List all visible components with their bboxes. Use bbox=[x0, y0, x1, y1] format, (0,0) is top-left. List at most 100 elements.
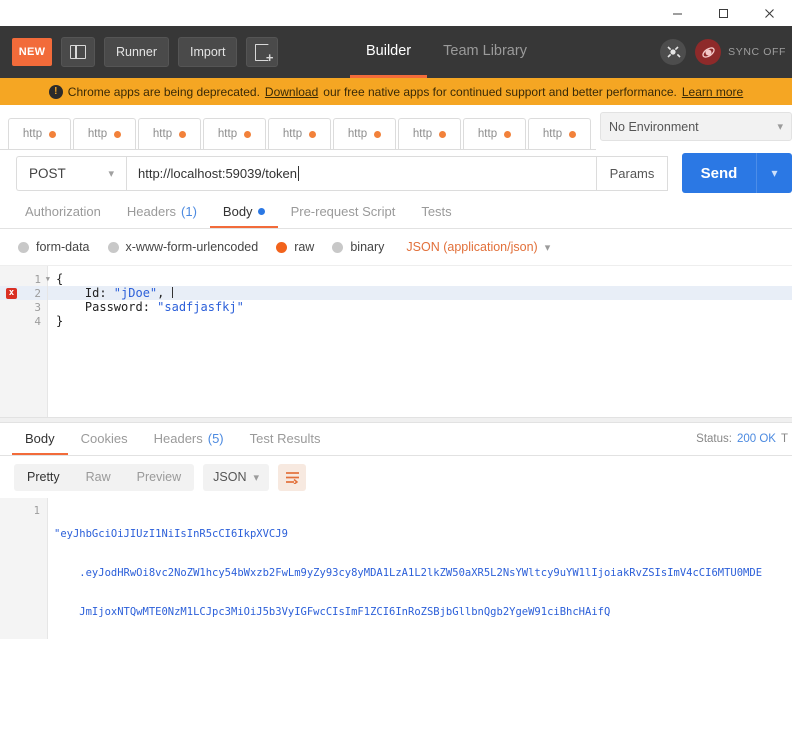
unsaved-dot-icon bbox=[569, 130, 577, 138]
chevron-down-icon: ▾ bbox=[108, 167, 114, 180]
unsaved-dot-icon bbox=[439, 130, 447, 138]
request-tabstrip: http http http http http http http http … bbox=[0, 105, 596, 150]
code-line: { bbox=[56, 272, 64, 286]
error-marker-icon[interactable]: x bbox=[6, 287, 17, 299]
request-tab[interactable]: http bbox=[138, 118, 201, 149]
request-tab[interactable]: http bbox=[463, 118, 526, 149]
view-mode-preview[interactable]: Preview bbox=[124, 464, 194, 491]
response-tab-cookies-label: Cookies bbox=[80, 430, 128, 446]
view-mode-pretty[interactable]: Pretty bbox=[14, 464, 73, 491]
satellite-icon[interactable] bbox=[660, 39, 687, 65]
tab-tests[interactable]: Tests bbox=[408, 196, 464, 228]
request-tab-label: http bbox=[87, 128, 108, 140]
unsaved-dot-icon bbox=[504, 130, 512, 138]
send-button-group: Send ▾ bbox=[682, 153, 792, 193]
response-tab-headers[interactable]: Headers (5) bbox=[141, 423, 237, 455]
radio-form-data-label: form-data bbox=[36, 240, 90, 254]
tab-authorization-label: Authorization bbox=[25, 203, 101, 219]
tab-builder[interactable]: Builder bbox=[350, 26, 428, 78]
code-line-active: Id: "jDoe", bbox=[48, 286, 792, 300]
chevron-down-icon: ▾ bbox=[771, 166, 778, 180]
status-badge: 200 OK bbox=[736, 433, 776, 445]
request-tab[interactable]: http bbox=[73, 118, 136, 149]
gutter-line: 4 bbox=[0, 314, 47, 328]
http-method-select[interactable]: POST ▾ bbox=[16, 155, 126, 191]
radio-form-data[interactable]: form-data bbox=[18, 240, 90, 254]
sync-status-label: SYNC OFF bbox=[728, 46, 786, 58]
tab-body-label: Body bbox=[222, 203, 253, 219]
gutter-line-number: 3 bbox=[34, 300, 41, 314]
editor-code-area[interactable]: { Id: "jDoe", Password: "sadfjasfkj" } bbox=[48, 266, 792, 417]
new-tab-button[interactable] bbox=[246, 37, 279, 67]
window-titlebar bbox=[0, 0, 792, 26]
import-button[interactable]: Import bbox=[178, 37, 238, 67]
tab-pre-request-script[interactable]: Pre-request Script bbox=[278, 196, 409, 228]
wrap-lines-button[interactable] bbox=[278, 463, 307, 491]
response-tab-headers-label: Headers bbox=[153, 430, 203, 446]
radio-icon bbox=[18, 241, 29, 253]
request-tab[interactable]: http bbox=[333, 118, 396, 149]
window-minimize-button[interactable] bbox=[654, 0, 700, 26]
content-type-label: JSON (application/json) bbox=[406, 240, 538, 254]
banner-download-link[interactable]: Download bbox=[265, 85, 318, 99]
banner-text-middle: our free native apps for continued suppo… bbox=[323, 84, 677, 99]
view-mode-raw[interactable]: Raw bbox=[73, 464, 124, 491]
text-caret bbox=[298, 165, 300, 181]
response-body-viewer[interactable]: 1 "eyJhbGciOiJIUzI1NiIsInR5cCI6IkpXVCJ9 … bbox=[0, 498, 792, 639]
banner-text-before: Chrome apps are being deprecated. bbox=[67, 84, 260, 99]
url-input[interactable]: http://localhost:59039/token bbox=[126, 155, 596, 191]
main-tab-group: Builder Team Library bbox=[350, 26, 543, 78]
response-tab-body[interactable]: Body bbox=[12, 423, 68, 455]
tab-authorization[interactable]: Authorization bbox=[12, 196, 114, 228]
url-bar: POST ▾ http://localhost:59039/token Para… bbox=[0, 150, 792, 196]
response-tab-cookies[interactable]: Cookies bbox=[68, 423, 141, 455]
window-maximize-button[interactable] bbox=[700, 0, 746, 26]
runner-button[interactable]: Runner bbox=[104, 37, 169, 67]
request-tab-label: http bbox=[152, 128, 173, 140]
response-format-select[interactable]: JSON ▾ bbox=[203, 463, 270, 491]
sync-status-icon[interactable] bbox=[695, 39, 722, 65]
unsaved-dot-icon bbox=[244, 130, 252, 138]
sidebar-toggle-button[interactable] bbox=[61, 37, 95, 67]
sidebar-panel-icon bbox=[70, 45, 86, 59]
request-body-editor[interactable]: 1 ▼ x 2 3 4 { Id: "jDoe", Password: "sad… bbox=[0, 265, 792, 417]
radio-x-www-form-urlencoded[interactable]: x-www-form-urlencoded bbox=[107, 240, 258, 254]
tab-pre-request-script-label: Pre-request Script bbox=[290, 203, 396, 219]
request-tab[interactable]: http bbox=[268, 118, 331, 149]
tab-team-library[interactable]: Team Library bbox=[427, 26, 543, 78]
wrap-lines-icon bbox=[285, 471, 299, 484]
send-options-button[interactable]: ▾ bbox=[756, 153, 792, 193]
new-tab-icon bbox=[255, 44, 273, 64]
params-button[interactable]: Params bbox=[596, 155, 668, 191]
tab-headers-count: (1) bbox=[181, 203, 197, 219]
radio-raw[interactable]: raw bbox=[276, 240, 314, 254]
request-tab[interactable]: http bbox=[8, 118, 71, 149]
environment-select[interactable]: No Environment ▾ bbox=[600, 112, 792, 141]
radio-icon bbox=[107, 241, 119, 253]
status-label: Status: bbox=[696, 433, 732, 445]
window-close-button[interactable] bbox=[746, 0, 792, 26]
content-type-select[interactable]: JSON (application/json) ▾ bbox=[406, 240, 550, 254]
response-tab-test-results[interactable]: Test Results bbox=[237, 423, 334, 455]
radio-icon-selected bbox=[276, 241, 288, 253]
gutter-line-error: x 2 bbox=[0, 286, 47, 300]
radio-raw-label: raw bbox=[294, 240, 315, 254]
request-tab[interactable]: http bbox=[203, 118, 266, 149]
send-button[interactable]: Send bbox=[682, 153, 756, 193]
banner-learn-more-link[interactable]: Learn more bbox=[682, 85, 743, 99]
alert-icon: ! bbox=[48, 84, 63, 99]
request-tab[interactable]: http bbox=[398, 118, 461, 149]
tab-headers[interactable]: Headers (1) bbox=[114, 196, 210, 228]
radio-binary[interactable]: binary bbox=[332, 240, 384, 254]
request-tab[interactable]: http bbox=[528, 118, 591, 149]
response-status: Status: 200 OK T bbox=[696, 423, 792, 455]
response-code-line: .eyJodHRwOi8vc2NoZW1hcy54bWxzb2FwLm9yZy9… bbox=[54, 567, 763, 579]
app-header: NEW Runner Import Builder Team Library S… bbox=[0, 26, 792, 78]
deprecation-banner: ! Chrome apps are being deprecated. Down… bbox=[0, 78, 792, 105]
radio-binary-label: binary bbox=[350, 240, 385, 254]
new-button[interactable]: NEW bbox=[12, 38, 52, 66]
code-line: Password: "sadfjasfkj" bbox=[56, 300, 244, 314]
tab-body[interactable]: Body bbox=[209, 196, 278, 228]
response-code-line: "eyJhbGciOiJIUzI1NiIsInR5cCI6IkpXVCJ9 bbox=[54, 528, 288, 540]
environment-selected-label: No Environment bbox=[609, 119, 699, 134]
